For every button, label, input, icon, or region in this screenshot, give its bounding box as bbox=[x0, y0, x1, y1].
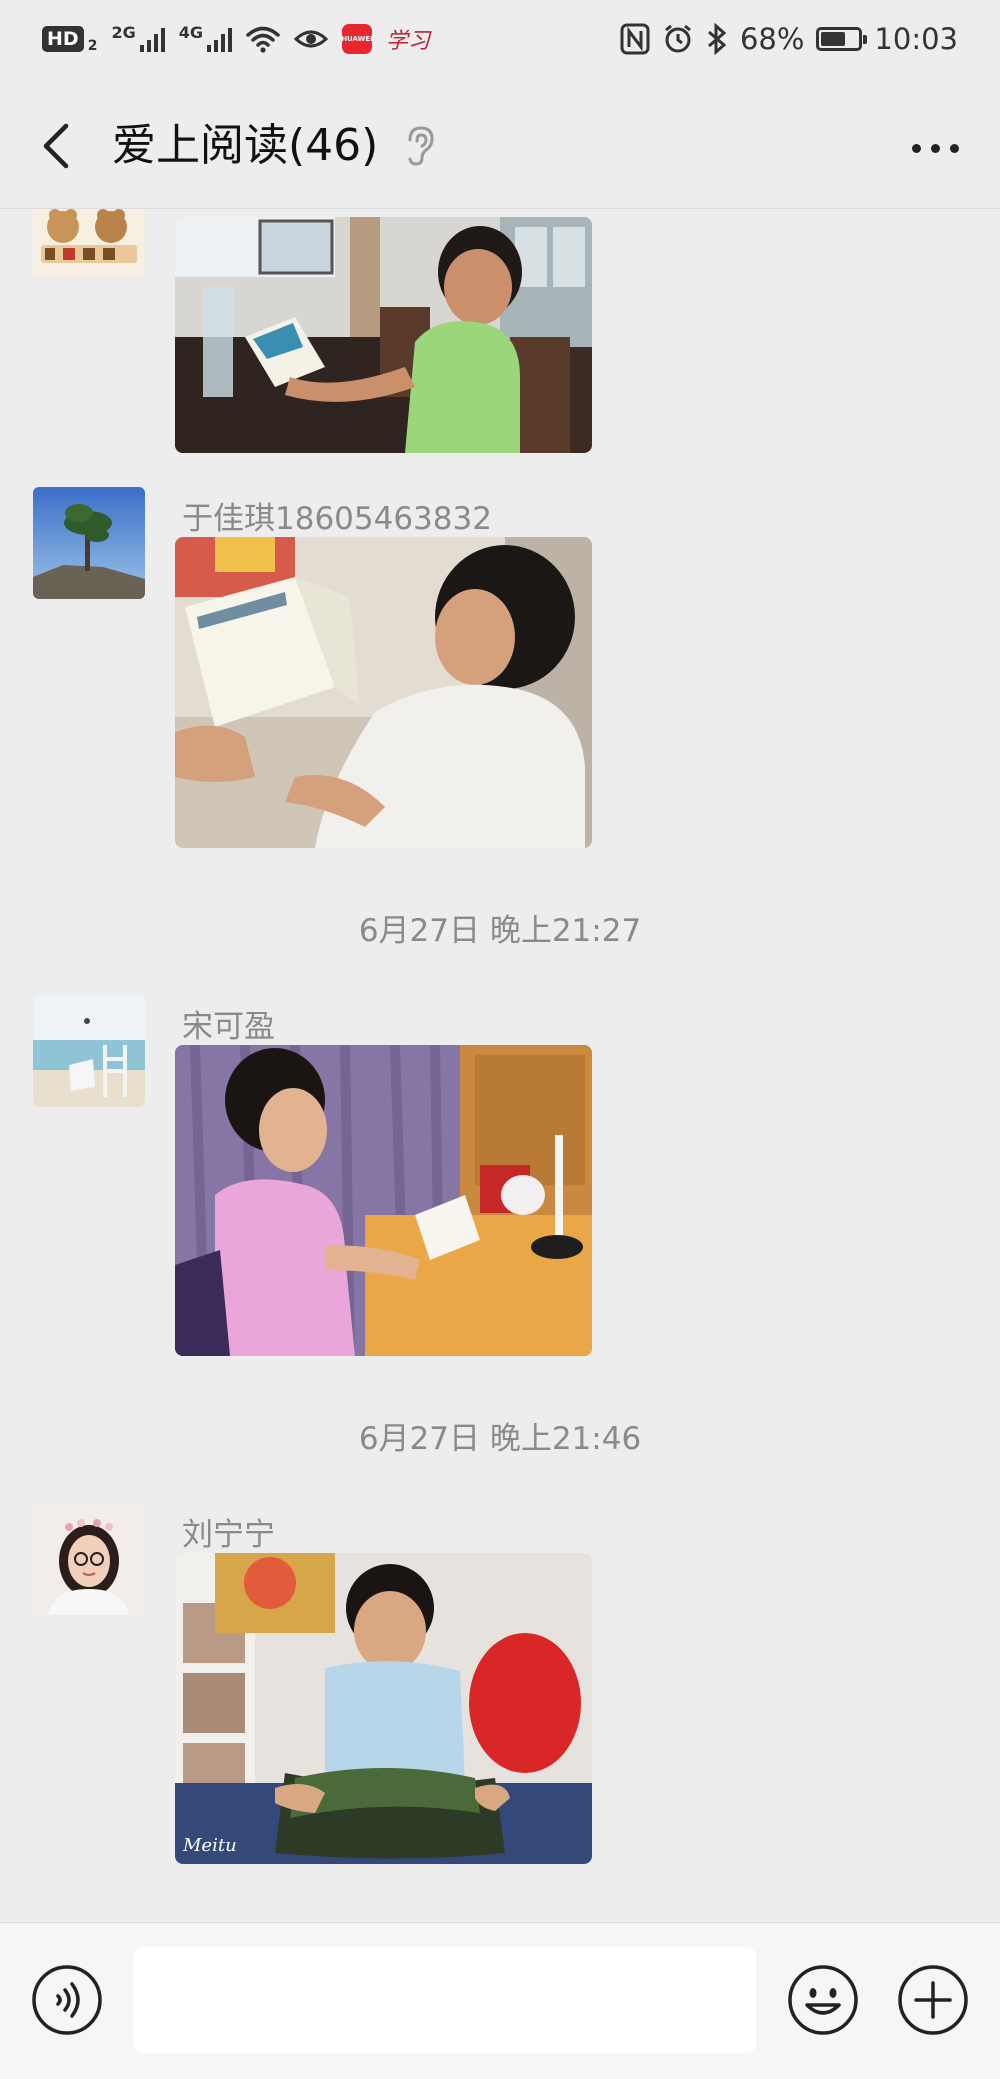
beach-chair-avatar[interactable] bbox=[33, 995, 145, 1107]
huawei-app-icon: HUAWEI bbox=[341, 24, 373, 54]
battery-fill bbox=[821, 32, 846, 46]
bluetooth-icon bbox=[707, 23, 727, 55]
signal-icon-1 bbox=[139, 26, 165, 52]
back-arrow-icon[interactable] bbox=[32, 116, 92, 176]
hd-indicator-sub: 2 bbox=[87, 38, 98, 54]
battery-percent: 68% bbox=[739, 22, 805, 56]
network-label-2: 4G bbox=[178, 22, 203, 42]
photo-watermark: Meitu bbox=[183, 1835, 237, 1856]
battery-icon bbox=[816, 27, 868, 51]
nfc-icon bbox=[620, 23, 650, 55]
sender-name[interactable]: 宋可盈 bbox=[182, 1001, 275, 1046]
emoji-icon[interactable] bbox=[786, 1963, 860, 2037]
eye-icon bbox=[293, 30, 328, 48]
wifi-icon bbox=[246, 26, 280, 53]
ear-icon bbox=[408, 126, 434, 166]
more-options-button[interactable] bbox=[900, 120, 970, 176]
status-left: HD 2 2G 4G HUAWEI 学习 bbox=[42, 20, 430, 58]
more-dot-icon bbox=[911, 143, 921, 153]
status-right: 68% 10:03 bbox=[620, 18, 958, 60]
message-timestamp: 6月27日 晚上21:46 bbox=[358, 1421, 642, 1457]
boy-reading-on-floor-photo[interactable]: Meitu bbox=[175, 1553, 592, 1864]
girl-reading-at-desk-photo[interactable] bbox=[175, 1045, 592, 1356]
more-dot-icon bbox=[949, 143, 959, 153]
message-input[interactable] bbox=[133, 1947, 756, 2053]
network-label-1: 2G bbox=[111, 22, 136, 42]
xuexi-app-icon: 学习 bbox=[385, 29, 430, 54]
chat-title: 爱上阅读(46) bbox=[112, 120, 379, 171]
message-list[interactable]: 于佳琪18605463832 6月27日 晚上21:27 宋可盈 6月27日 晚… bbox=[0, 209, 1000, 1922]
girl-reading-book-photo[interactable] bbox=[175, 537, 592, 848]
woman-portrait-avatar[interactable] bbox=[33, 1503, 145, 1615]
chat-header: 爱上阅读(46) bbox=[0, 90, 1000, 209]
alarm-icon bbox=[665, 24, 691, 53]
status-bar: HD 2 2G 4G HUAWEI 学习 68% 10:03 bbox=[0, 0, 1000, 80]
boy-reading-at-table-photo[interactable] bbox=[175, 217, 592, 453]
clock: 10:03 bbox=[874, 22, 958, 56]
tree-on-rock-avatar[interactable] bbox=[33, 487, 145, 599]
sender-name[interactable]: 刘宁宁 bbox=[182, 1509, 275, 1554]
input-bar bbox=[0, 1922, 1000, 2079]
message-timestamp: 6月27日 晚上21:27 bbox=[358, 913, 642, 949]
love-teddy-bears-avatar[interactable] bbox=[33, 209, 145, 277]
sender-name[interactable]: 于佳琪18605463832 bbox=[182, 493, 492, 538]
more-dot-icon bbox=[930, 143, 940, 153]
signal-icon-2 bbox=[206, 26, 232, 52]
add-attachment-icon[interactable] bbox=[896, 1963, 970, 2037]
voice-input-icon[interactable] bbox=[30, 1963, 104, 2037]
hd-indicator: HD bbox=[42, 26, 84, 52]
